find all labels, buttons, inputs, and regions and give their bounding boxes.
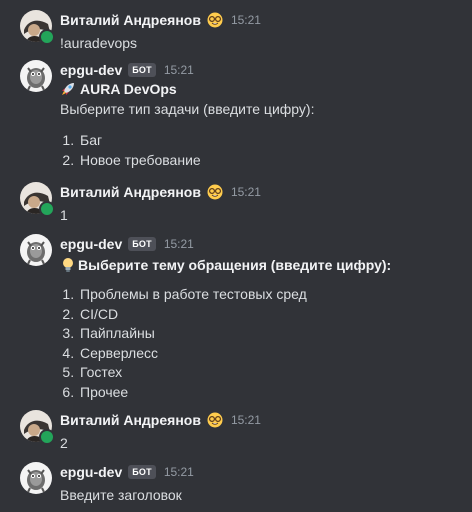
avatar[interactable]	[20, 10, 55, 45]
timestamp: 15:21	[163, 465, 194, 479]
option-list: Баг Новое требование	[60, 131, 314, 170]
timestamp: 15:21	[230, 13, 261, 27]
bot-avatar-icon	[20, 462, 52, 494]
bot-tag: БОТ	[128, 465, 156, 479]
bot-avatar-icon	[20, 234, 52, 266]
message-text: Введите заголовок	[60, 487, 182, 503]
message-header: Виталий Андреянов 15:21	[60, 411, 261, 429]
chat-message: epgu-dev БОТ 15:21 AURA DevOps Выберите …	[0, 60, 472, 170]
list-item: Гостех	[78, 363, 391, 383]
message-header: epgu-dev БОТ 15:21	[60, 463, 194, 481]
username[interactable]: Виталий Андреянов	[60, 412, 201, 428]
timestamp: 15:21	[163, 63, 194, 77]
avatar[interactable]	[20, 410, 55, 445]
message-text: !auradevops	[60, 35, 138, 51]
online-status-icon	[39, 29, 55, 45]
list-item: Баг	[78, 131, 314, 151]
list-item: Новое требование	[78, 151, 314, 171]
username[interactable]: epgu-dev	[60, 236, 122, 252]
username[interactable]: Виталий Андреянов	[60, 184, 201, 200]
message-title: Выберите тему обращения (введите цифру):	[78, 257, 392, 273]
list-item: Проблемы в работе тестовых сред	[78, 285, 391, 305]
message-title: AURA DevOps	[80, 81, 177, 97]
rocket-icon	[60, 81, 76, 97]
list-item: Пайплайны	[78, 324, 391, 344]
nerd-face-icon	[207, 412, 223, 428]
nerd-face-icon	[207, 12, 223, 28]
message-header: epgu-dev БОТ 15:21	[60, 235, 194, 253]
message-header: epgu-dev БОТ 15:21	[60, 61, 194, 79]
chat-message: Виталий Андреянов 15:21 2	[0, 410, 472, 451]
avatar[interactable]	[20, 234, 52, 266]
message-header: Виталий Андреянов 15:21	[60, 11, 261, 29]
timestamp: 15:21	[163, 237, 194, 251]
username[interactable]: epgu-dev	[60, 62, 122, 78]
username[interactable]: Виталий Андреянов	[60, 12, 201, 28]
bot-avatar-icon	[20, 60, 52, 92]
option-list: Проблемы в работе тестовых сред CI/CD Па…	[60, 285, 391, 402]
message-text: 1	[60, 207, 68, 223]
chat-message-list: Виталий Андреянов 15:21 !auradevops epgu…	[0, 0, 472, 512]
username[interactable]: epgu-dev	[60, 464, 122, 480]
nerd-face-icon	[207, 184, 223, 200]
message-body: Выберите тему обращения (введите цифру):…	[60, 255, 391, 402]
chat-message: Виталий Андреянов 15:21 1	[0, 182, 472, 223]
avatar[interactable]	[20, 462, 52, 494]
list-item: Серверлесс	[78, 344, 391, 364]
avatar[interactable]	[20, 182, 55, 217]
message-body: AURA DevOps Выберите тип задачи (введите…	[60, 79, 314, 170]
message-text: 2	[60, 435, 68, 451]
list-item: Прочее	[78, 383, 391, 403]
chat-message: epgu-dev БОТ 15:21 Выберите тему обращен…	[0, 234, 472, 404]
chat-message: Виталий Андреянов 15:21 !auradevops	[0, 10, 472, 51]
message-header: Виталий Андреянов 15:21	[60, 183, 261, 201]
online-status-icon	[39, 429, 55, 445]
bot-tag: БОТ	[128, 237, 156, 251]
list-item: CI/CD	[78, 305, 391, 325]
online-status-icon	[39, 201, 55, 217]
timestamp: 15:21	[230, 185, 261, 199]
avatar[interactable]	[20, 60, 52, 92]
lightbulb-icon	[60, 257, 76, 273]
bot-tag: БОТ	[128, 63, 156, 77]
timestamp: 15:21	[230, 413, 261, 427]
chat-message: epgu-dev БОТ 15:21 Введите заголовок	[0, 462, 472, 506]
message-prompt: Выберите тип задачи (введите цифру):	[60, 101, 315, 117]
